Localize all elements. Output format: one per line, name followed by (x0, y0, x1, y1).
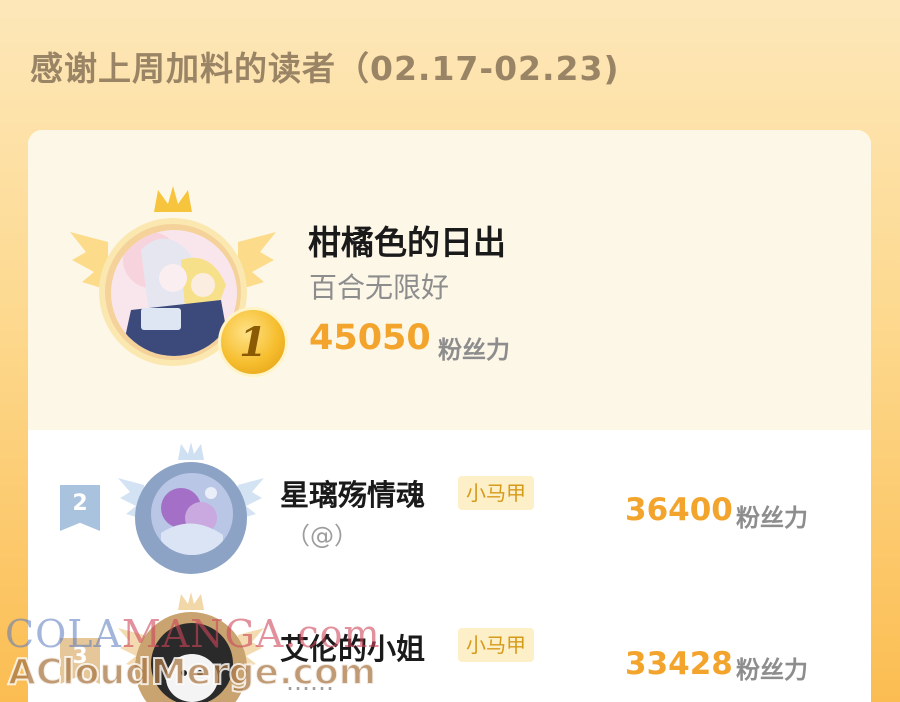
rank-1-badge: 1 (218, 307, 288, 377)
crown-icon (154, 186, 192, 212)
rank-2-name[interactable]: 星璃殇情魂 (280, 472, 425, 514)
rank-2-tag: 小马甲 (458, 476, 534, 510)
rank-2-avatar[interactable] (151, 473, 233, 555)
first-place-score-unit: 粉丝力 (438, 336, 510, 364)
rank-flag-icon: 3 (60, 638, 100, 684)
avatar-image (151, 473, 233, 555)
rank-2-score: 36400 (625, 492, 733, 528)
rank-2-score-unit: 粉丝力 (736, 504, 808, 532)
ranking-row-3[interactable]: 3 艾伦的小姐 小马甲 …… 33428 粉丝力 (28, 580, 871, 702)
rank-3-subtitle: …… (286, 668, 334, 696)
first-place-name[interactable]: 柑橘色的日出 (308, 216, 506, 264)
first-place-subtitle: 百合无限好 (309, 271, 450, 304)
rank-3-avatar[interactable] (151, 623, 233, 702)
page-title: 感谢上周加料的读者（02.17-02.23) (30, 49, 620, 88)
avatar-image (151, 623, 233, 702)
rank-3-score-unit: 粉丝力 (736, 656, 808, 684)
rank-3-score: 33428 (625, 646, 733, 682)
rank-3-name[interactable]: 艾伦的小姐 (280, 626, 425, 668)
rank-flag-icon: 2 (60, 485, 100, 531)
crown-icon (178, 592, 204, 610)
ranking-row-2[interactable]: 2 星璃殇情魂 小马甲 （@） 36400 粉丝力 (28, 430, 871, 580)
rank-2-subtitle: （@） (286, 522, 358, 550)
ranking-card: 1 柑橘色的日出 百合无限好 45050 粉丝力 2 星璃殇情魂 小马甲 （@）… (28, 130, 871, 702)
crown-icon (178, 442, 204, 460)
rank-3-tag: 小马甲 (458, 628, 534, 662)
first-place-score: 45050 (309, 318, 431, 358)
first-place-section[interactable]: 1 柑橘色的日出 百合无限好 45050 粉丝力 (28, 130, 871, 430)
